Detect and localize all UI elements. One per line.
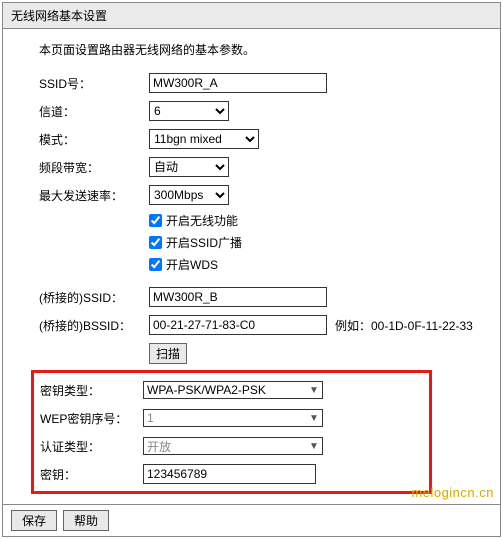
row-channel: 信道： 6: [39, 100, 482, 122]
row-enable-wireless: 开启无线功能: [149, 212, 482, 229]
label-key: 密钥：: [40, 466, 143, 483]
row-bridge-bssid: (桥接的)BSSID： 例如：00-1D-0F-11-22-33: [39, 314, 482, 336]
row-key: 密钥：: [40, 463, 423, 485]
auth-type-select: ▼: [143, 437, 323, 455]
bridge-bssid-input[interactable]: [149, 315, 327, 335]
row-bandwidth: 频段带宽： 自动: [39, 156, 482, 178]
max-rate-select[interactable]: 300Mbps: [149, 185, 229, 205]
label-max-rate: 最大发送速率：: [39, 187, 149, 204]
label-mode: 模式：: [39, 131, 149, 148]
label-wep-index: WEP密钥序号：: [40, 410, 143, 427]
label-auth-type: 认证类型：: [40, 438, 143, 455]
checkbox-group: 开启无线功能 开启SSID广播 开启WDS: [149, 212, 482, 273]
bssid-example: 例如：00-1D-0F-11-22-33: [335, 317, 473, 334]
wep-index-select: ▼: [143, 409, 323, 427]
row-bridge-ssid: (桥接的)SSID：: [39, 286, 482, 308]
channel-select[interactable]: 6: [149, 101, 229, 121]
label-bridge-ssid: (桥接的)SSID：: [39, 289, 149, 306]
scan-button[interactable]: 扫描: [149, 343, 187, 364]
mode-select[interactable]: 11bgn mixed: [149, 129, 259, 149]
row-ssid: SSID号：: [39, 72, 482, 94]
footer-buttons: 保存 帮助: [3, 504, 500, 536]
label-enable-wireless: 开启无线功能: [166, 212, 238, 229]
panel-content: 本页面设置路由器无线网络的基本参数。 SSID号： 信道： 6 模式： 11bg…: [3, 29, 500, 504]
row-enable-ssid-broadcast: 开启SSID广播: [149, 234, 482, 251]
enable-wds-checkbox[interactable]: [149, 258, 162, 271]
row-scan: 扫描: [39, 342, 482, 364]
label-key-type: 密钥类型：: [40, 382, 143, 399]
label-enable-ssid-broadcast: 开启SSID广播: [166, 234, 242, 251]
enable-ssid-broadcast-checkbox[interactable]: [149, 236, 162, 249]
bridge-ssid-input[interactable]: [149, 287, 327, 307]
label-ssid: SSID号：: [39, 75, 149, 92]
key-settings-highlight: 密钥类型： ▼ WEP密钥序号： ▼ 认证类型： ▼: [31, 370, 432, 494]
label-channel: 信道：: [39, 103, 149, 120]
row-auth-type: 认证类型： ▼: [40, 435, 423, 457]
panel-title: 无线网络基本设置: [3, 3, 500, 29]
enable-wireless-checkbox[interactable]: [149, 214, 162, 227]
label-bridge-bssid: (桥接的)BSSID：: [39, 317, 149, 334]
row-enable-wds: 开启WDS: [149, 256, 482, 273]
row-key-type: 密钥类型： ▼: [40, 379, 423, 401]
label-bandwidth: 频段带宽：: [39, 159, 149, 176]
page-description: 本页面设置路由器无线网络的基本参数。: [39, 41, 482, 58]
bandwidth-select[interactable]: 自动: [149, 157, 229, 177]
key-type-select[interactable]: ▼: [143, 381, 323, 399]
row-max-rate: 最大发送速率： 300Mbps: [39, 184, 482, 206]
row-mode: 模式： 11bgn mixed: [39, 128, 482, 150]
settings-panel: 无线网络基本设置 本页面设置路由器无线网络的基本参数。 SSID号： 信道： 6…: [2, 2, 501, 537]
row-wep-index: WEP密钥序号： ▼: [40, 407, 423, 429]
save-button[interactable]: 保存: [11, 510, 57, 531]
ssid-input[interactable]: [149, 73, 327, 93]
key-input[interactable]: [143, 464, 316, 484]
help-button[interactable]: 帮助: [63, 510, 109, 531]
label-enable-wds: 开启WDS: [166, 256, 218, 273]
